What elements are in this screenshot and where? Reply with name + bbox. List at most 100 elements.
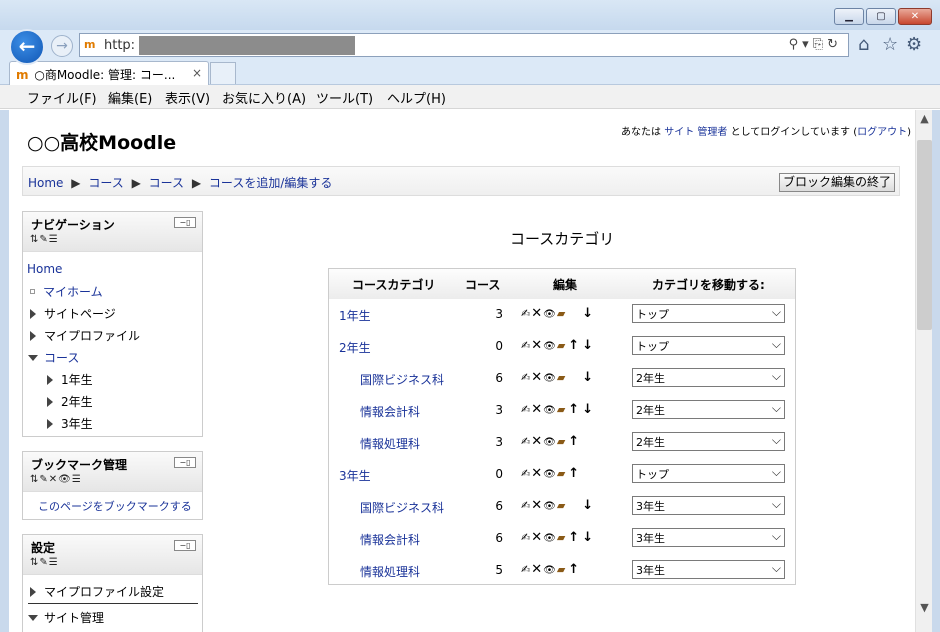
visibility-eye-icon[interactable]: 👁	[543, 533, 557, 544]
permissions-icon[interactable]: ▰	[557, 531, 566, 544]
nav-year-2[interactable]: 2年生	[47, 393, 93, 410]
vertical-scrollbar[interactable]: ▲ ▼	[915, 110, 932, 632]
edit-pencil-icon[interactable]: ✍	[521, 371, 531, 384]
minimize-button[interactable]: ▁	[834, 8, 864, 25]
move-category-select[interactable]: トップ ⌵	[632, 336, 785, 355]
delete-x-icon[interactable]: ✕	[531, 530, 543, 545]
menu-help[interactable]: ヘルプ(H)	[387, 88, 446, 107]
move-category-select[interactable]: 3年生 ⌵	[632, 528, 785, 547]
permissions-icon[interactable]: ▰	[557, 371, 566, 384]
settings-my-profile[interactable]: マイプロファイル設定	[30, 583, 164, 600]
nav-home-link[interactable]: Home	[27, 262, 62, 276]
menu-edit[interactable]: 編集(E)	[108, 88, 152, 107]
menu-tools[interactable]: ツール(T)	[316, 88, 373, 107]
address-tools-icon[interactable]: ⚲▾⎘↻	[789, 37, 842, 52]
move-down-arrow-icon[interactable]: ↓	[582, 338, 594, 353]
delete-x-icon[interactable]: ✕	[531, 370, 543, 385]
block-dock-icon[interactable]: −▯	[174, 217, 196, 228]
edit-pencil-icon[interactable]: ✍	[521, 403, 531, 416]
back-icon[interactable]: ←	[9, 29, 45, 65]
permissions-icon[interactable]: ▰	[557, 339, 566, 352]
category-link[interactable]: 3年生	[339, 467, 371, 484]
maximize-button[interactable]: ▢	[866, 8, 896, 25]
block-dock-icon[interactable]: −▯	[174, 457, 196, 468]
visibility-eye-icon[interactable]: 👁	[543, 565, 557, 576]
delete-x-icon[interactable]: ✕	[531, 338, 543, 353]
menu-view[interactable]: 表示(V)	[165, 88, 210, 107]
move-down-arrow-icon[interactable]: ↓	[582, 498, 594, 513]
move-down-arrow-icon[interactable]: ↓	[582, 402, 594, 417]
scroll-down-icon[interactable]: ▼	[916, 601, 933, 614]
move-up-arrow-icon[interactable]: ↑	[568, 562, 580, 577]
menu-favorites[interactable]: お気に入り(A)	[222, 88, 306, 107]
edit-pencil-icon[interactable]: ✍	[521, 339, 531, 352]
edit-pencil-icon[interactable]: ✍	[521, 563, 531, 576]
category-link[interactable]: 情報処理科	[360, 563, 420, 580]
category-link[interactable]: 情報会計科	[360, 403, 420, 420]
block-edit-icons[interactable]: ⇅✎☰	[30, 234, 59, 245]
category-link[interactable]: 国際ビジネス科	[360, 371, 444, 388]
delete-x-icon[interactable]: ✕	[531, 498, 543, 513]
move-category-select[interactable]: 2年生 ⌵	[632, 368, 785, 387]
nav-courses[interactable]: コース	[28, 349, 79, 366]
browser-tab[interactable]: m ○商Moodle: 管理: コー... ×	[9, 61, 209, 86]
visibility-eye-icon[interactable]: 👁	[543, 309, 557, 320]
delete-x-icon[interactable]: ✕	[531, 402, 543, 417]
move-up-arrow-icon[interactable]: ↑	[568, 402, 580, 417]
move-category-select[interactable]: 3年生 ⌵	[632, 496, 785, 515]
bookmark-page-link[interactable]: このページをブックマークする	[38, 500, 192, 513]
move-category-select[interactable]: 3年生 ⌵	[632, 560, 785, 579]
permissions-icon[interactable]: ▰	[557, 499, 566, 512]
block-dock-icon[interactable]: −▯	[174, 540, 196, 551]
address-bar[interactable]: m http: ⚲▾⎘↻	[79, 33, 849, 57]
nav-home[interactable]: Home	[27, 262, 62, 276]
move-category-select[interactable]: 2年生 ⌵	[632, 432, 785, 451]
settings-site-admin[interactable]: サイト管理	[28, 609, 104, 626]
bookmark-page-item[interactable]: このページをブックマークする	[38, 498, 192, 514]
nav-my-profile[interactable]: マイプロファイル	[30, 327, 140, 344]
category-link[interactable]: 情報会計科	[360, 531, 420, 548]
move-up-arrow-icon[interactable]: ↑	[568, 434, 580, 449]
move-category-select[interactable]: トップ ⌵	[632, 304, 785, 323]
category-link[interactable]: 1年生	[339, 307, 371, 324]
forward-icon[interactable]: →	[51, 35, 73, 57]
scroll-thumb[interactable]	[917, 140, 932, 330]
close-window-button[interactable]: ✕	[898, 8, 932, 25]
category-link[interactable]: 国際ビジネス科	[360, 499, 444, 516]
permissions-icon[interactable]: ▰	[557, 403, 566, 416]
visibility-eye-icon[interactable]: 👁	[543, 373, 557, 384]
move-up-arrow-icon[interactable]: ↑	[568, 530, 580, 545]
permissions-icon[interactable]: ▰	[557, 467, 566, 480]
edit-pencil-icon[interactable]: ✍	[521, 499, 531, 512]
home-icon[interactable]: ⌂	[858, 34, 869, 55]
tab-close-icon[interactable]: ×	[192, 66, 202, 80]
nav-site-pages[interactable]: サイトページ	[30, 305, 116, 322]
move-category-select[interactable]: トップ ⌵	[632, 464, 785, 483]
gear-icon[interactable]: ⚙	[906, 34, 922, 55]
scroll-up-icon[interactable]: ▲	[916, 112, 933, 125]
category-link[interactable]: 情報処理科	[360, 435, 420, 452]
edit-pencil-icon[interactable]: ✍	[521, 307, 531, 320]
block-edit-icons[interactable]: ⇅✎☰	[30, 557, 59, 568]
permissions-icon[interactable]: ▰	[557, 435, 566, 448]
nav-my-home-link[interactable]: マイホーム	[43, 285, 103, 299]
delete-x-icon[interactable]: ✕	[531, 466, 543, 481]
nav-year-1[interactable]: 1年生	[47, 371, 93, 388]
nav-year-3[interactable]: 3年生	[47, 415, 93, 432]
favorites-star-icon[interactable]: ☆	[882, 34, 898, 55]
edit-pencil-icon[interactable]: ✍	[521, 435, 531, 448]
block-edit-icons[interactable]: ⇅✎✕👁☰	[30, 474, 82, 485]
nav-courses-link[interactable]: コース	[44, 351, 79, 365]
login-user-link[interactable]: サイト 管理者	[664, 127, 727, 138]
permissions-icon[interactable]: ▰	[557, 563, 566, 576]
breadcrumb-add-edit-courses[interactable]: コースを追加/編集する	[209, 176, 332, 190]
breadcrumb-courses[interactable]: コース	[88, 176, 123, 190]
logout-link[interactable]: ログアウト	[857, 127, 907, 138]
move-up-arrow-icon[interactable]: ↑	[568, 466, 580, 481]
visibility-eye-icon[interactable]: 👁	[543, 437, 557, 448]
move-down-arrow-icon[interactable]: ↓	[582, 530, 594, 545]
move-up-arrow-icon[interactable]: ↑	[568, 338, 580, 353]
move-down-arrow-icon[interactable]: ↓	[582, 370, 594, 385]
move-category-select[interactable]: 2年生 ⌵	[632, 400, 785, 419]
nav-my-home[interactable]: マイホーム	[30, 283, 103, 300]
